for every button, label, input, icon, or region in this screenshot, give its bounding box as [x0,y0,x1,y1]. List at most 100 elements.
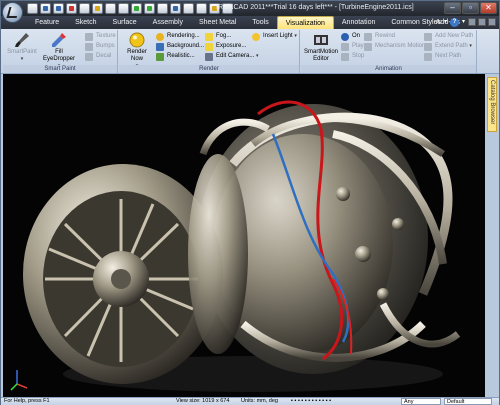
background-label: Background... [167,43,205,49]
redo-icon[interactable] [144,3,155,14]
chevron-down-icon: ▾ [443,19,447,25]
render-group: Render Now ▾ Rendering... Background... … [119,30,300,73]
selection-filter-select[interactable]: Any [401,398,441,405]
styles-label: Styles [421,19,441,26]
stop-label: Stop [352,53,365,59]
document-window-controls [468,18,496,26]
close-button[interactable]: ✕ [480,2,497,14]
decal-button[interactable]: Decal [85,52,111,61]
cut-icon[interactable] [92,3,103,14]
smartpaint-label: SmartPaint [7,49,37,55]
tab-visualization[interactable]: Visualization [276,16,334,29]
pan-icon[interactable] [183,3,194,14]
background-button[interactable]: Background... [156,42,204,51]
rewind-label: Rewind [375,33,396,39]
style-select[interactable]: Default [444,398,492,405]
fog-label: Fog... [216,33,232,39]
texture-button[interactable]: Texture [85,32,116,41]
new-icon[interactable] [27,3,38,14]
add-path-icon [424,33,432,41]
open-icon[interactable] [40,3,51,14]
render-now-label: Render Now [127,49,147,62]
view-size-readout: View size: 1019 x 674 [176,398,230,404]
insert-light-label: Insert Light [263,33,293,39]
tab-sheet-metal[interactable]: Sheet Metal [191,16,244,29]
film-icon [313,32,329,48]
animation-group-label: Animation [301,65,476,73]
maximize-button[interactable]: ▫ [462,2,479,14]
rewind-button[interactable]: Rewind [364,32,395,41]
doc-close-button[interactable] [488,18,496,26]
mechanism-motion-button[interactable]: Mechanism Motion [364,42,425,51]
tab-surface[interactable]: Surface [105,16,145,29]
turbine-engine-model [10,100,461,392]
tab-annotation[interactable]: Annotation [334,16,383,29]
fog-button[interactable]: Fog... [205,32,231,41]
realistic-button[interactable]: Realistic... [156,52,195,61]
paintbrush-icon [14,32,30,48]
texture-label: Texture [96,33,116,39]
application-menu-button[interactable] [2,2,23,23]
rotate-view-icon[interactable] [170,3,181,14]
tab-feature[interactable]: Feature [27,16,67,29]
status-bar: For Help, press F1 View size: 1019 x 674… [1,397,499,405]
chevron-down-icon: ▾ [20,56,24,62]
rewind-icon [364,33,372,41]
bumps-icon [85,43,93,51]
play-icon [341,43,349,51]
exposure-button[interactable]: Exposure... [205,42,246,51]
undo-icon[interactable] [131,3,142,14]
styles-menu[interactable]: Styles ▾ ? ▾ [422,16,465,29]
texture-icon [85,33,93,41]
extend-path-icon [424,43,432,51]
axis-triad-icon [10,370,28,391]
help-icon[interactable]: ? [449,18,459,27]
edit-camera-button[interactable]: Edit Camera... ▾ [205,52,259,61]
chevron-down-icon: ▾ [469,43,472,49]
animation-on-button[interactable]: On [341,32,360,41]
copy-icon[interactable] [105,3,116,14]
decal-icon [85,53,93,61]
play-button[interactable]: Play [341,42,364,51]
render-group-label: Render [119,65,299,73]
light-bulb-icon [252,33,260,41]
edit-camera-label: Edit Camera... [216,53,255,59]
rendering-icon [156,33,164,41]
zoom-icon[interactable] [196,3,207,14]
rendering-button[interactable]: Rendering... [156,32,200,41]
smartmotion-editor-button[interactable]: SmartMotion Editor [303,32,339,63]
smartmotion-editor-label: SmartMotion Editor [303,49,338,62]
stop-button[interactable]: Stop [341,52,364,61]
tab-tools[interactable]: Tools [244,16,276,29]
on-icon [341,33,349,41]
print-icon[interactable] [79,3,90,14]
extend-path-label: Extend Path [435,43,468,49]
bumps-button[interactable]: Bumps [85,42,115,51]
tab-sketch[interactable]: Sketch [67,16,104,29]
tab-assembly[interactable]: Assembly [145,16,191,29]
stop-icon [341,53,349,61]
doc-restore-button[interactable] [478,18,486,26]
next-path-icon [424,53,432,61]
insert-light-button[interactable]: Insert Light ▾ [252,32,297,41]
scene-viewport[interactable] [3,74,485,397]
catalog-browser-tab[interactable]: Catalog Browser [486,74,498,397]
extend-path-button[interactable]: Extend Path ▾ [424,42,472,51]
doc-minimize-button[interactable] [468,18,476,26]
close-document-icon[interactable] [66,3,77,14]
rendering-label: Rendering... [167,33,200,39]
realistic-label: Realistic... [167,53,195,59]
add-new-path-button[interactable]: Add New Path [424,32,473,41]
title-bar: IRONCAD 2011***Trial 16 days left*** - [… [1,1,499,16]
select-icon[interactable] [157,3,168,14]
next-path-button[interactable]: Next Path [424,52,461,61]
smartpaint-button[interactable]: SmartPaint ▾ [6,32,38,63]
paste-icon[interactable] [118,3,129,14]
save-icon[interactable] [53,3,64,14]
minimize-button[interactable]: – [444,2,461,14]
play-label: Play [352,43,364,49]
decal-label: Decal [96,53,112,59]
exposure-icon [205,43,213,51]
next-path-label: Next Path [435,53,462,59]
background-icon [156,43,164,51]
